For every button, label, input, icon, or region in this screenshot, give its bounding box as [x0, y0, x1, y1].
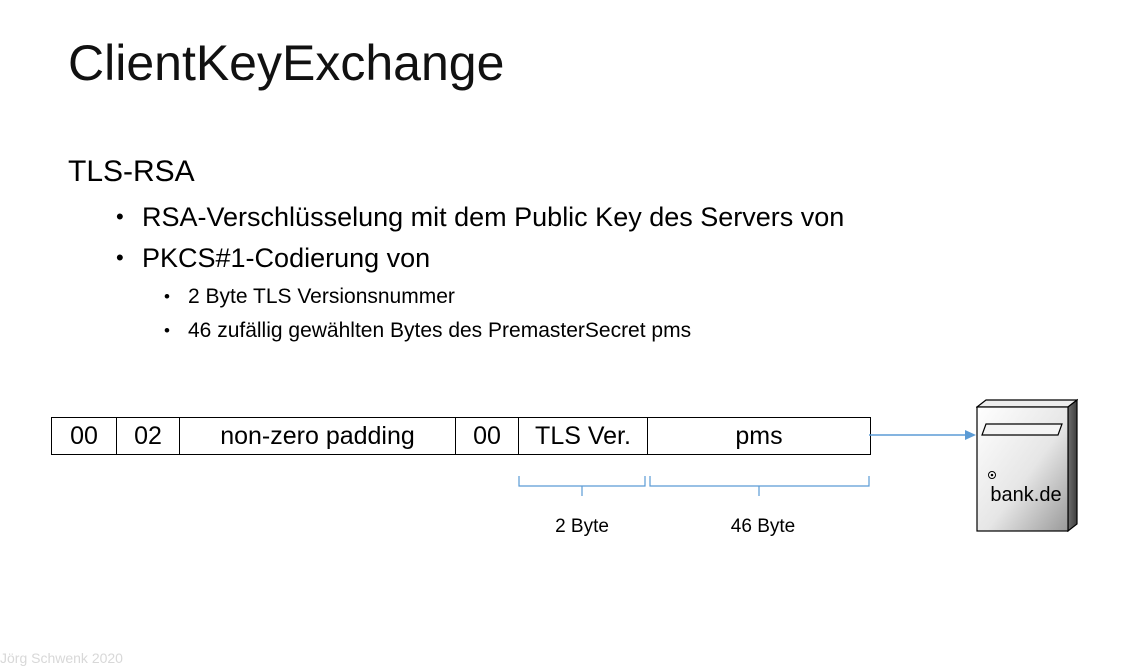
- section-heading: TLS-RSA: [68, 155, 195, 188]
- arrow-head: [965, 430, 976, 440]
- pkcs1-message-structure: 00 02 non-zero padding 00 TLS Ver. pms: [51, 417, 871, 455]
- bullet-rsa-encryption: • RSA-Verschlüsselung mit dem Public Key…: [116, 199, 844, 235]
- bullet-marker: •: [164, 321, 170, 340]
- bullet-marker: •: [116, 204, 124, 229]
- bullet-text: RSA-Verschlüsselung mit dem Public Key d…: [142, 202, 845, 232]
- server-label: bank.de: [990, 484, 1062, 506]
- field-separator-00: 00: [456, 418, 519, 454]
- field-pms: pms: [735, 421, 783, 450]
- slide-title: ClientKeyExchange: [68, 35, 505, 91]
- field-non-zero-padding: non-zero padding: [180, 418, 456, 454]
- bullet-text: PKCS#1-Codierung von: [142, 243, 431, 273]
- server-icon: [976, 398, 1078, 532]
- sub-bullet-pms-bytes: • 46 zufällig gewählten Bytes des Premas…: [164, 316, 691, 346]
- bullet-marker: •: [116, 245, 124, 270]
- field-byte-02: 02: [117, 418, 180, 454]
- bullet-marker: •: [164, 287, 170, 306]
- field-tls-version: TLS Ver.: [519, 418, 648, 454]
- bullet-pkcs-encoding: • PKCS#1-Codierung von: [116, 240, 430, 276]
- brace-pms: [649, 476, 870, 496]
- brace-tls-version: [518, 476, 646, 496]
- sub-bullet-text: 46 zufällig gewählten Bytes des Premaste…: [188, 319, 692, 342]
- sub-bullet-tls-version: • 2 Byte TLS Versionsnummer: [164, 282, 455, 312]
- size-label-2-byte: 2 Byte: [555, 516, 609, 537]
- sub-bullet-text: 2 Byte TLS Versionsnummer: [188, 285, 455, 308]
- field-byte-00: 00: [52, 418, 117, 454]
- size-label-46-byte: 46 Byte: [730, 516, 796, 537]
- footer-author: Jörg Schwenk 2020: [0, 650, 123, 666]
